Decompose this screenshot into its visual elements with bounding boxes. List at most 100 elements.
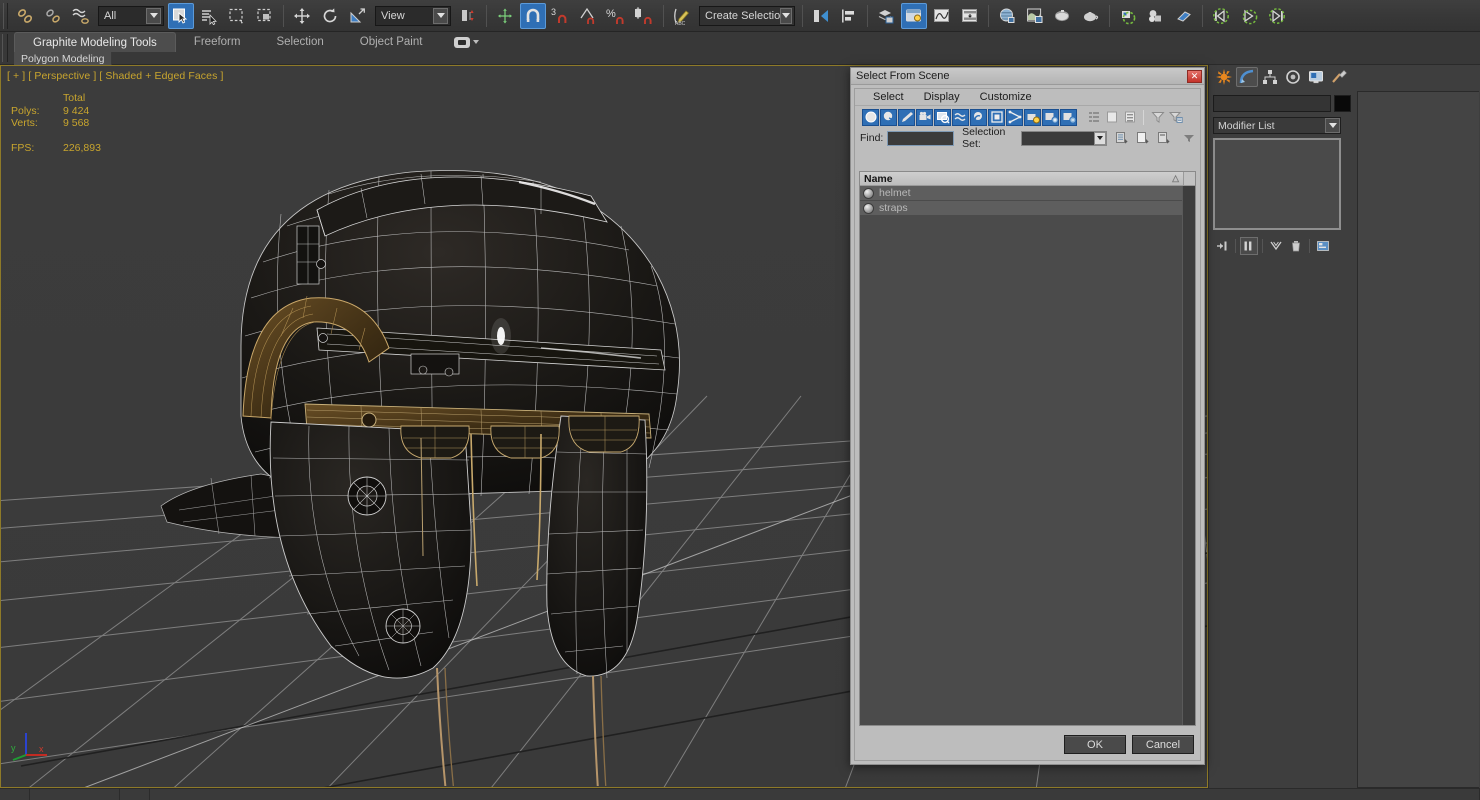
edit-named-selection-sets-button[interactable]: ABC xyxy=(669,3,695,29)
go-to-start-button[interactable] xyxy=(1208,3,1234,29)
pin-stack-button[interactable] xyxy=(1213,237,1231,255)
erase-button[interactable] xyxy=(1171,3,1197,29)
quick-render-button[interactable] xyxy=(1143,3,1169,29)
ribbon-grip[interactable] xyxy=(2,34,8,62)
rendered-frame-window-button[interactable] xyxy=(1050,3,1076,29)
tab-graphite-modeling-tools[interactable]: Graphite Modeling Tools xyxy=(14,32,176,52)
display-children-button[interactable] xyxy=(1024,108,1041,126)
hierarchy-tab[interactable] xyxy=(1259,67,1281,87)
display-tab[interactable] xyxy=(1305,67,1327,87)
render-production-button[interactable] xyxy=(1078,3,1104,29)
list-item[interactable]: straps xyxy=(860,201,1182,216)
project-folder-button[interactable] xyxy=(1115,3,1141,29)
display-space-warps-button[interactable] xyxy=(952,108,969,126)
chevron-down-icon[interactable] xyxy=(780,7,792,24)
modify-tab[interactable] xyxy=(1236,67,1258,87)
select-by-name-button[interactable] xyxy=(196,3,222,29)
chevron-down-icon[interactable] xyxy=(146,7,161,24)
dialog-button-row: OK Cancel xyxy=(1064,735,1194,754)
list-item[interactable]: helmet xyxy=(860,186,1182,201)
display-cameras-button[interactable] xyxy=(916,108,933,126)
object-name-field[interactable] xyxy=(1213,95,1331,112)
subtab-polygon-modeling[interactable]: Polygon Modeling xyxy=(14,52,113,65)
layer-manager-button[interactable] xyxy=(873,3,899,29)
display-helpers-button[interactable] xyxy=(934,108,951,126)
modifier-list-combo[interactable]: Modifier List xyxy=(1213,117,1341,134)
object-color-swatch[interactable] xyxy=(1334,95,1351,112)
menu-select[interactable]: Select xyxy=(873,91,904,103)
display-xrefs-button[interactable] xyxy=(988,108,1005,126)
select-and-manipulate-button[interactable] xyxy=(492,3,518,29)
toolbar-overflow-button[interactable] xyxy=(1180,130,1197,147)
selection-set-combo[interactable] xyxy=(1021,130,1107,146)
remove-selection-set-button[interactable] xyxy=(1134,130,1151,147)
menu-customize[interactable]: Customize xyxy=(980,91,1032,103)
ok-button[interactable]: OK xyxy=(1064,735,1126,754)
toggle-scene-explorer-button[interactable] xyxy=(901,2,927,29)
select-and-rotate-button[interactable] xyxy=(317,3,343,29)
modifier-stack-list[interactable] xyxy=(1213,138,1341,230)
display-selected-dependents-button[interactable] xyxy=(1060,108,1077,126)
make-unique-button[interactable] xyxy=(1267,237,1285,255)
material-editor-button[interactable] xyxy=(994,3,1020,29)
use-pivot-point-center-button[interactable] xyxy=(455,3,481,29)
select-and-link-button[interactable] xyxy=(12,3,38,29)
create-tab[interactable] xyxy=(1213,67,1235,87)
spinner-snap-toggle-button[interactable] xyxy=(632,3,658,29)
cancel-button[interactable]: Cancel xyxy=(1132,735,1194,754)
expand-all-button[interactable] xyxy=(1085,109,1102,126)
display-shapes-button[interactable] xyxy=(880,108,897,126)
display-lights-button[interactable] xyxy=(898,108,915,126)
funnel-icon[interactable] xyxy=(1149,109,1166,126)
dialog-titlebar[interactable]: Select From Scene ✕ xyxy=(851,68,1204,85)
menu-display[interactable]: Display xyxy=(924,91,960,103)
utilities-tab[interactable] xyxy=(1328,67,1350,87)
rectangular-selection-region-button[interactable] xyxy=(224,3,250,29)
render-setup-button[interactable] xyxy=(1022,3,1048,29)
chevron-down-icon[interactable] xyxy=(1325,118,1340,133)
tab-selection[interactable]: Selection xyxy=(258,32,341,52)
toolbar-grip[interactable] xyxy=(3,2,8,29)
go-to-end-button[interactable] xyxy=(1264,3,1290,29)
snaps-toggle-button[interactable] xyxy=(520,2,546,29)
selection-filter-combo[interactable]: All xyxy=(98,5,164,26)
unlink-selection-button[interactable] xyxy=(40,3,66,29)
percent-snap-toggle-button[interactable]: % xyxy=(604,3,630,29)
align-button[interactable] xyxy=(836,3,862,29)
named-selection-set-combo[interactable]: Create Selection Se xyxy=(699,5,795,26)
select-object-button[interactable] xyxy=(168,2,194,29)
configure-modifier-sets-button[interactable] xyxy=(1314,237,1332,255)
list-column-header[interactable]: Name △ xyxy=(860,172,1195,186)
display-geometry-button[interactable] xyxy=(862,108,879,126)
chevron-down-icon[interactable] xyxy=(1094,131,1106,145)
angle-snap-toggle-button[interactable] xyxy=(576,3,602,29)
snap-level-label: 3 xyxy=(548,3,574,29)
collapse-all-button[interactable] xyxy=(1103,109,1120,126)
funnel-list-icon[interactable] xyxy=(1167,109,1184,126)
display-bone-objects-button[interactable] xyxy=(1006,108,1023,126)
tab-object-paint[interactable]: Object Paint xyxy=(342,32,441,52)
curve-editor-button[interactable] xyxy=(929,3,955,29)
play-animation-button[interactable] xyxy=(1236,3,1262,29)
edit-selection-set-button[interactable] xyxy=(1155,130,1172,147)
list-vertical-scrollbar[interactable] xyxy=(1182,186,1195,725)
bind-to-space-warp-button[interactable] xyxy=(68,3,94,29)
motion-tab[interactable] xyxy=(1282,67,1304,87)
select-and-move-button[interactable] xyxy=(289,3,315,29)
window-crossing-button[interactable] xyxy=(252,3,278,29)
reference-coordinate-system-combo[interactable]: View xyxy=(375,5,451,26)
chevron-down-icon[interactable] xyxy=(433,7,448,24)
tab-freeform[interactable]: Freeform xyxy=(176,32,259,52)
expand-selected-button[interactable] xyxy=(1121,109,1138,126)
select-and-scale-button[interactable] xyxy=(345,3,371,29)
show-end-result-button[interactable] xyxy=(1240,237,1258,255)
schematic-view-button[interactable] xyxy=(957,3,983,29)
display-groups-button[interactable] xyxy=(970,108,987,126)
display-influences-button[interactable] xyxy=(1042,108,1059,126)
ribbon-minimize-dropdown[interactable] xyxy=(440,32,480,52)
add-selection-set-button[interactable] xyxy=(1113,130,1130,147)
mirror-button[interactable] xyxy=(808,3,834,29)
trash-icon[interactable] xyxy=(1287,237,1305,255)
find-input[interactable] xyxy=(887,130,955,146)
close-icon[interactable]: ✕ xyxy=(1187,69,1202,83)
